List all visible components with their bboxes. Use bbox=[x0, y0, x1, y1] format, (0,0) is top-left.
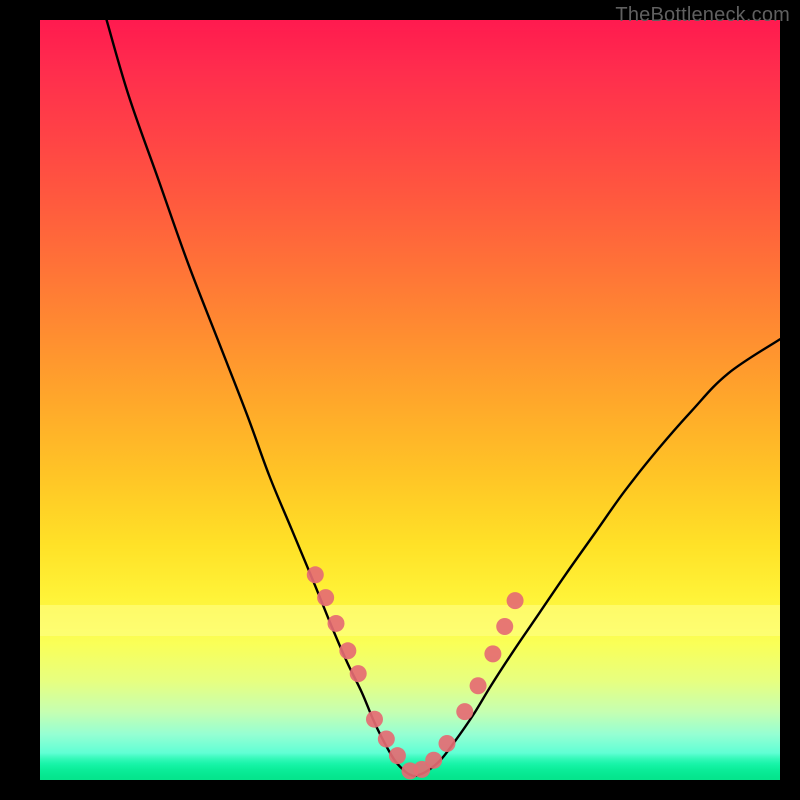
marker-point bbox=[378, 730, 395, 747]
marker-point bbox=[496, 618, 513, 635]
marker-point bbox=[350, 665, 367, 682]
chart-markers bbox=[307, 566, 524, 779]
watermark-text: TheBottleneck.com bbox=[615, 4, 790, 27]
plot-area bbox=[40, 20, 780, 780]
chart-frame: TheBottleneck.com bbox=[0, 0, 800, 800]
marker-point bbox=[339, 642, 356, 659]
marker-point bbox=[484, 645, 501, 662]
marker-point bbox=[317, 589, 334, 606]
series-left-branch bbox=[107, 20, 414, 776]
chart-svg bbox=[40, 20, 780, 780]
marker-point bbox=[507, 592, 524, 609]
marker-point bbox=[425, 752, 442, 769]
marker-point bbox=[389, 747, 406, 764]
marker-point bbox=[439, 735, 456, 752]
marker-point bbox=[307, 566, 324, 583]
marker-point bbox=[366, 711, 383, 728]
marker-point bbox=[470, 677, 487, 694]
chart-curve bbox=[107, 20, 780, 776]
marker-point bbox=[456, 703, 473, 720]
marker-point bbox=[328, 615, 345, 632]
